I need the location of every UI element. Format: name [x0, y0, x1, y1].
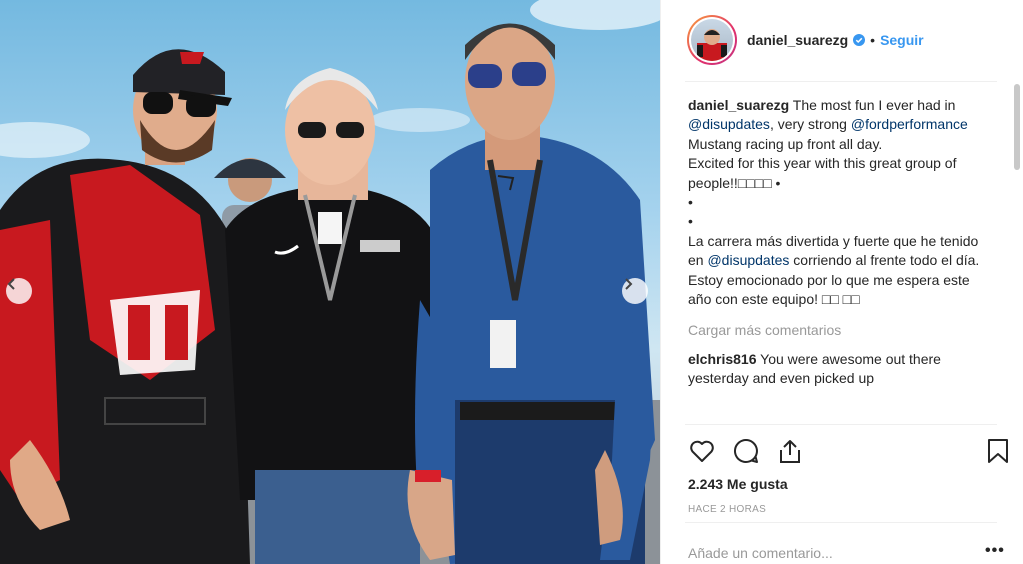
verified-badge-icon — [853, 34, 866, 46]
mention-link[interactable]: @disupdates — [707, 252, 789, 268]
divider — [685, 424, 997, 425]
comment-button[interactable] — [731, 436, 761, 466]
load-more-comments-button[interactable]: Cargar más comentarios — [688, 321, 988, 340]
avatar[interactable] — [687, 15, 737, 65]
previous-photo-button[interactable] — [6, 278, 32, 304]
caption: daniel_suarezg The most fun I ever had i… — [688, 96, 988, 309]
follow-button[interactable]: Seguir — [880, 32, 924, 48]
comments-scrollbar[interactable] — [1014, 84, 1020, 170]
next-photo-button[interactable] — [622, 278, 648, 304]
post-timestamp[interactable]: HACE 2 HORAS — [688, 504, 766, 515]
post-side-panel: daniel_suarezg • Seguir daniel_suarezg T… — [660, 0, 1023, 564]
comment-username[interactable]: elchris816 — [688, 351, 757, 367]
bookmark-icon — [988, 439, 1008, 463]
comments-section[interactable]: daniel_suarezg The most fun I ever had i… — [688, 96, 988, 424]
avatar-image — [697, 29, 727, 61]
caption-bullet: • — [688, 194, 693, 211]
chevron-left-icon — [7, 278, 15, 290]
save-button[interactable] — [983, 436, 1013, 466]
comment-icon — [734, 438, 758, 463]
caption-text: , very strong — [769, 116, 851, 133]
more-options-button[interactable]: ••• — [985, 543, 1005, 559]
divider — [685, 81, 997, 82]
share-button[interactable] — [775, 436, 805, 466]
mention-link[interactable]: @fordperformance — [851, 116, 968, 132]
action-bar — [687, 436, 1009, 466]
comment: elchris816 You were awesome out there ye… — [688, 350, 988, 389]
chevron-right-icon — [625, 278, 633, 290]
add-comment-input[interactable] — [688, 545, 958, 561]
share-icon — [780, 440, 800, 463]
post-header: daniel_suarezg • Seguir — [661, 0, 1023, 80]
mention-link[interactable]: @disupdates — [688, 116, 770, 132]
divider — [685, 522, 997, 523]
heart-icon — [690, 440, 714, 462]
like-button[interactable] — [687, 436, 717, 466]
caption-username[interactable]: daniel_suarezg — [688, 97, 789, 113]
caption-text: Excited for this year with this great gr… — [688, 155, 957, 191]
post-username[interactable]: daniel_suarezg — [747, 32, 848, 48]
caption-text: The most fun I ever had in — [789, 97, 956, 113]
likes-count[interactable]: 2.243 Me gusta — [688, 476, 788, 492]
photo-illustration — [0, 0, 660, 564]
caption-bullet: • — [688, 213, 693, 230]
separator-dot: • — [870, 32, 876, 48]
caption-text: Mustang racing up front all day. — [688, 135, 883, 152]
post-photo[interactable] — [0, 0, 660, 564]
